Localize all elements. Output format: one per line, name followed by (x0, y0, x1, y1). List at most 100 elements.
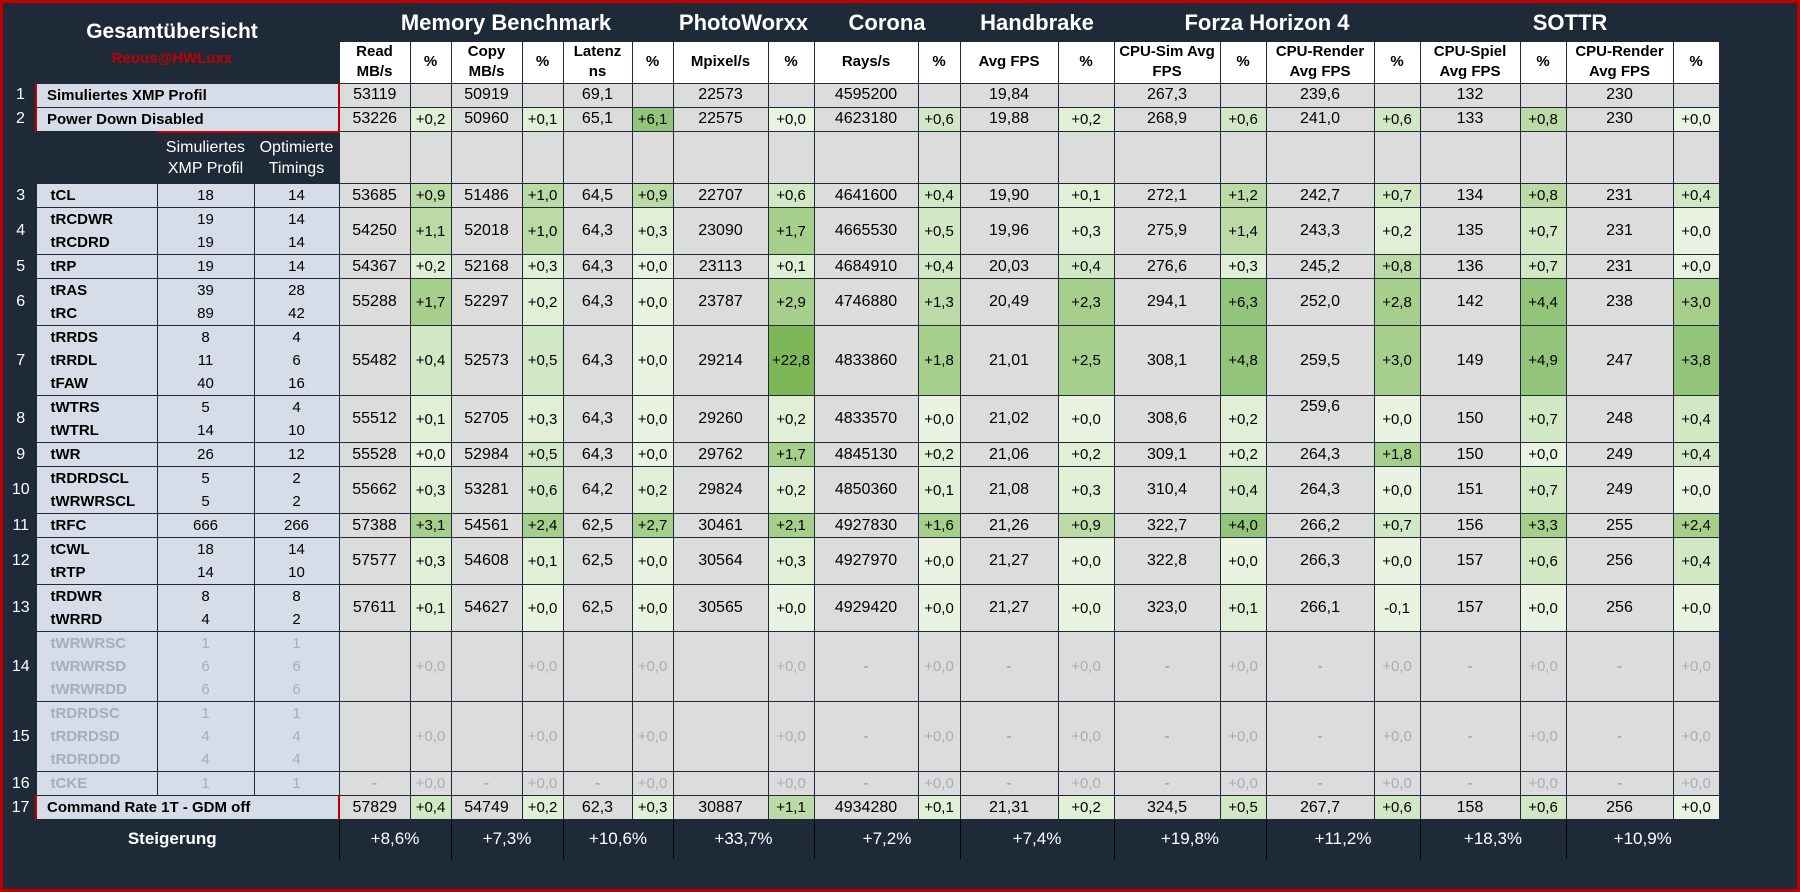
percent-cell: +3,0 (1373, 325, 1421, 396)
percent-cell: +0,6 (1373, 795, 1421, 820)
timing-value: 14 (197, 422, 214, 439)
value-cell: 50960 (450, 106, 523, 132)
percent-cell: +4,0 (1219, 513, 1267, 538)
percent-cell: +0,8 (1519, 183, 1567, 208)
timing-value: 6 (292, 681, 301, 698)
percent-cell: +1,1 (409, 207, 452, 255)
percent-cell: +0,6 (767, 183, 815, 208)
percent-cell: +0,0 (1057, 631, 1115, 702)
timing-name: tRC (50, 305, 78, 322)
percent-cell: +0,0 (521, 771, 564, 796)
timing-value: 19 (197, 258, 214, 275)
percent-cell: +0,7 (1373, 513, 1421, 538)
value-cell: - (562, 771, 633, 796)
timing-name: tCKE (50, 775, 88, 792)
timing-value: 18 (197, 541, 214, 558)
value-cell: 52984 (450, 442, 523, 467)
value-cell: - (1565, 631, 1674, 702)
value-cell: 57829 (338, 795, 411, 820)
empty-cell (1672, 131, 1720, 184)
value-cell: - (813, 771, 919, 796)
percent-cell: +1,4 (1219, 207, 1267, 255)
value-cell: - (813, 631, 919, 702)
timing-label: tWR (35, 442, 158, 467)
value-cell: 4927970 (813, 537, 919, 585)
xmp-value: 18 (156, 183, 255, 208)
row-number: 13 (6, 584, 36, 632)
percent-cell: +0,3 (631, 207, 674, 255)
column-header: Mpixel/s (672, 40, 769, 84)
timing-value: 4 (201, 611, 210, 628)
percent-cell: +0,0 (631, 631, 674, 702)
xmp-value: 8 11 40 (156, 325, 255, 396)
percent-cell: +0,2 (1373, 207, 1421, 255)
timing-value: 1 (292, 635, 301, 652)
timing-value: 89 (197, 305, 214, 322)
empty-cell (409, 131, 452, 184)
value-cell: 151 (1419, 466, 1521, 514)
timing-value: 19 (197, 234, 214, 251)
value-cell: 267,3 (1113, 82, 1221, 108)
value-cell: 266,3 (1265, 537, 1375, 585)
percent-cell: +0,1 (409, 395, 452, 443)
value-cell: 29260 (672, 395, 769, 443)
xmp-value: 39 89 (156, 278, 255, 326)
percent-cell: +0,4 (917, 183, 961, 208)
percent-cell: +3,1 (409, 513, 452, 538)
value-cell: - (1419, 701, 1521, 772)
table-row: 17 Command Rate 1T - GDM off 57829 +0,4 5474… (6, 795, 1720, 820)
value-cell: 322,8 (1113, 537, 1221, 585)
benchmark-overview: Gesamtübersicht Reous@HWLuxx Memory Benchm… (0, 0, 1800, 892)
timing-value: 4 (292, 329, 301, 346)
timing-name: tRDWR (50, 588, 103, 605)
timing-value: 2 (292, 470, 301, 487)
empty-cell (767, 131, 815, 184)
percent-cell: +0,4 (1672, 395, 1720, 443)
percent-cell: +0,0 (631, 537, 674, 585)
column-header: % (917, 40, 961, 84)
column-header: % (1057, 40, 1115, 84)
value-cell: 30564 (672, 537, 769, 585)
percent-cell: +0,6 (917, 106, 961, 132)
percent-cell: +0,0 (1057, 537, 1115, 585)
percent-cell: +1,7 (409, 278, 452, 326)
percent-cell: +2,5 (1057, 325, 1115, 396)
optimized-value: 1 (253, 771, 340, 796)
value-cell: 29214 (672, 325, 769, 396)
blank-cell (36, 131, 157, 184)
percent-cell: +0,0 (409, 631, 452, 702)
column-header: % (1519, 40, 1567, 84)
row-number: 14 (6, 631, 36, 702)
xmp-value: 1 4 4 (156, 701, 255, 772)
percent-cell: +0,0 (1057, 701, 1115, 772)
empty-cell (1265, 131, 1375, 184)
percent-cell: +1,8 (1373, 442, 1421, 467)
percent-cell: +0,0 (631, 584, 674, 632)
percent-cell: +0,0 (1219, 771, 1267, 796)
percent-cell: +0,0 (1672, 631, 1720, 702)
value-cell: 55662 (338, 466, 411, 514)
timing-name: Power Down Disabled (47, 110, 204, 128)
timing-name: tWTRL (50, 422, 99, 439)
percent-cell: +0,0 (631, 771, 674, 796)
value-cell (672, 771, 769, 796)
percent-cell: +0,0 (767, 701, 815, 772)
value-cell: 23090 (672, 207, 769, 255)
value-cell: 57388 (338, 513, 411, 538)
percent-cell: +0,3 (1057, 466, 1115, 514)
timing-value: 8 (201, 329, 210, 346)
group-header: Corona (813, 6, 960, 41)
timing-value: 266 (283, 517, 310, 534)
value-cell: 132 (1419, 82, 1521, 108)
percent-cell: +1,2 (1219, 183, 1267, 208)
empty-cell (450, 131, 523, 184)
percent-cell: +0,0 (1672, 771, 1720, 796)
empty-cell (1113, 131, 1221, 184)
row-number: 15 (6, 701, 36, 772)
value-cell: 231 (1565, 207, 1674, 255)
value-cell: 64,5 (562, 183, 633, 208)
timing-value: 28 (288, 282, 305, 299)
timing-value: 5 (201, 493, 210, 510)
percent-cell (409, 82, 452, 108)
value-cell: 21,06 (959, 442, 1059, 467)
